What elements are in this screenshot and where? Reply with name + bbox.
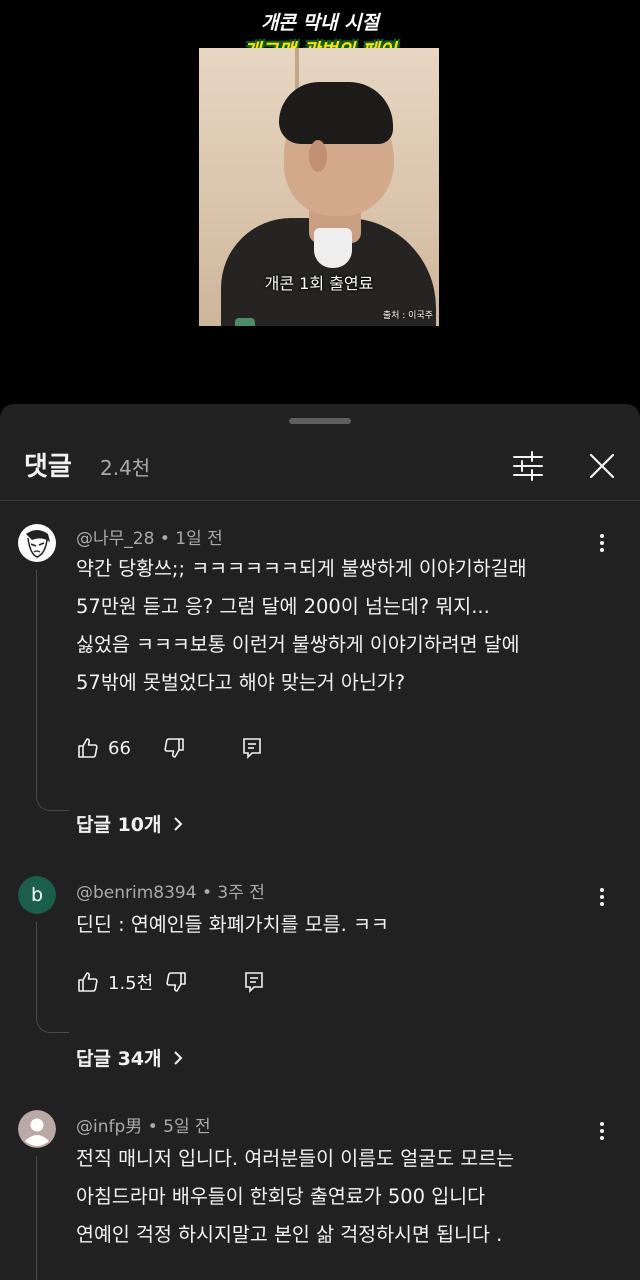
like-count: 1.5천 bbox=[108, 973, 154, 994]
comment-actions: 1.5천 bbox=[76, 966, 376, 998]
video-title-line1: 개콘 막내 시절 bbox=[260, 12, 380, 34]
video-subtitle: 개콘 1회 출연료 bbox=[264, 274, 374, 293]
chevron-right-icon bbox=[173, 816, 182, 831]
comment-time: 3주 전 bbox=[217, 883, 265, 903]
comment-line: 연예인 걱정 하시지말고 본인 삶 걱정하시면 됩니다 . bbox=[76, 1223, 503, 1246]
comments-header: 댓글 2.4천 bbox=[0, 436, 640, 498]
comment-line: 57밖에 못벌었다고 해야 맞는거 아닌가? bbox=[76, 671, 406, 694]
comment-author[interactable]: @benrim8394 bbox=[76, 883, 197, 903]
avatar[interactable] bbox=[18, 1110, 56, 1148]
thread-line bbox=[36, 922, 69, 1033]
comment-time: 1일 전 bbox=[175, 529, 223, 549]
comment-text: 딘딘 : 연예인들 화폐가치를 모름. ㅋㅋ bbox=[76, 906, 616, 944]
comment-author[interactable]: @나무_28 bbox=[76, 529, 154, 549]
comment-line: 약간 당황쓰;; ㅋㅋㅋㅋㅋㅋ되게 불쌍하게 이야기하길래 bbox=[76, 557, 527, 580]
comments-title: 댓글 bbox=[24, 452, 72, 482]
comment-meta: @benrim8394 • 3주 전 bbox=[76, 878, 265, 903]
chevron-right-icon bbox=[173, 1050, 182, 1065]
filter-button[interactable] bbox=[508, 446, 548, 486]
comment-author[interactable]: @infp男 bbox=[76, 1117, 142, 1137]
bottle bbox=[235, 318, 255, 326]
comment-meta: @infp男 • 5일 전 bbox=[76, 1112, 211, 1137]
dislike-button[interactable] bbox=[162, 732, 190, 764]
view-replies-button[interactable]: 답글 34개 bbox=[76, 1044, 184, 1071]
comments-count: 2.4천 bbox=[100, 456, 151, 480]
comments-sheet: 댓글 2.4천 @나무_28 • 1일 전 약간 당황쓰;; ㅋㅋㅋㅋㅋㅋ되게 … bbox=[0, 404, 640, 1280]
sliders-icon bbox=[513, 451, 543, 481]
thumbs-down-icon bbox=[166, 972, 186, 992]
replies-label: 답글 34개 bbox=[76, 1048, 162, 1070]
close-icon bbox=[589, 453, 615, 479]
person-collar bbox=[314, 228, 352, 268]
replies-label: 답글 10개 bbox=[76, 814, 162, 836]
comment-text: 전직 매니저 입니다. 여러분들이 이름도 얼굴도 모르는 아침드라마 배우들이… bbox=[76, 1140, 616, 1254]
like-count: 66 bbox=[108, 737, 131, 759]
person-ear bbox=[309, 140, 327, 172]
meta-separator: • bbox=[159, 529, 170, 549]
video-credit: 출처 : 이국주 bbox=[382, 311, 433, 321]
comment-actions: 66 bbox=[76, 732, 376, 764]
avatar[interactable] bbox=[18, 524, 56, 562]
avatar-letter: b bbox=[30, 884, 44, 906]
dislike-button[interactable] bbox=[164, 966, 192, 998]
thumbs-up-icon bbox=[78, 972, 98, 992]
reply-button[interactable] bbox=[240, 732, 268, 764]
reply-button[interactable] bbox=[242, 966, 270, 998]
video-player[interactable]: 개콘 막내 시절 개그맨 곽범의 페이 개콘 1회 출연료 출처 : 이국주 bbox=[0, 0, 640, 400]
comment-time: 5일 전 bbox=[163, 1117, 211, 1137]
comment-line: 전직 매니저 입니다. 여러분들이 이름도 얼굴도 모르는 bbox=[76, 1147, 515, 1170]
close-button[interactable] bbox=[582, 446, 622, 486]
like-button[interactable]: 1.5천 bbox=[76, 966, 153, 998]
comment-line: 57만원 듣고 응? 그럼 달에 200이 넘는데? 뭐지... bbox=[76, 595, 490, 618]
comment-line: 아침드라마 배우들이 한회당 출연료가 500 입니다 bbox=[76, 1185, 486, 1208]
reply-comment-icon bbox=[243, 738, 261, 759]
meta-separator: • bbox=[201, 883, 212, 903]
default-user-avatar-icon bbox=[18, 1110, 56, 1148]
comment-text: 약간 당황쓰;; ㅋㅋㅋㅋㅋㅋ되게 불쌍하게 이야기하길래 57만원 듣고 응?… bbox=[76, 550, 616, 702]
avatar[interactable]: b bbox=[18, 876, 56, 914]
comment-meta: @나무_28 • 1일 전 bbox=[76, 524, 223, 549]
comment-line: 딘딘 : 연예인들 화폐가치를 모름. ㅋㅋ bbox=[76, 913, 389, 936]
thumbs-down-icon bbox=[164, 738, 184, 758]
like-button[interactable]: 66 bbox=[76, 732, 131, 764]
meta-separator: • bbox=[147, 1117, 158, 1137]
view-replies-button[interactable]: 답글 10개 bbox=[76, 810, 184, 837]
drag-handle[interactable] bbox=[289, 418, 351, 424]
thread-line bbox=[36, 570, 69, 811]
drawn-face-avatar-icon bbox=[19, 525, 55, 561]
header-divider bbox=[0, 500, 640, 501]
comment-line: 싫었음 ㅋㅋㅋ보통 이런거 불쌍하게 이야기하려면 달에 bbox=[76, 633, 520, 656]
thumbs-up-icon bbox=[78, 738, 98, 758]
thread-line bbox=[36, 1156, 69, 1280]
person-hair bbox=[279, 82, 393, 144]
video-frame: 개콘 1회 출연료 출처 : 이국주 bbox=[199, 48, 439, 326]
reply-comment-icon bbox=[245, 972, 263, 993]
